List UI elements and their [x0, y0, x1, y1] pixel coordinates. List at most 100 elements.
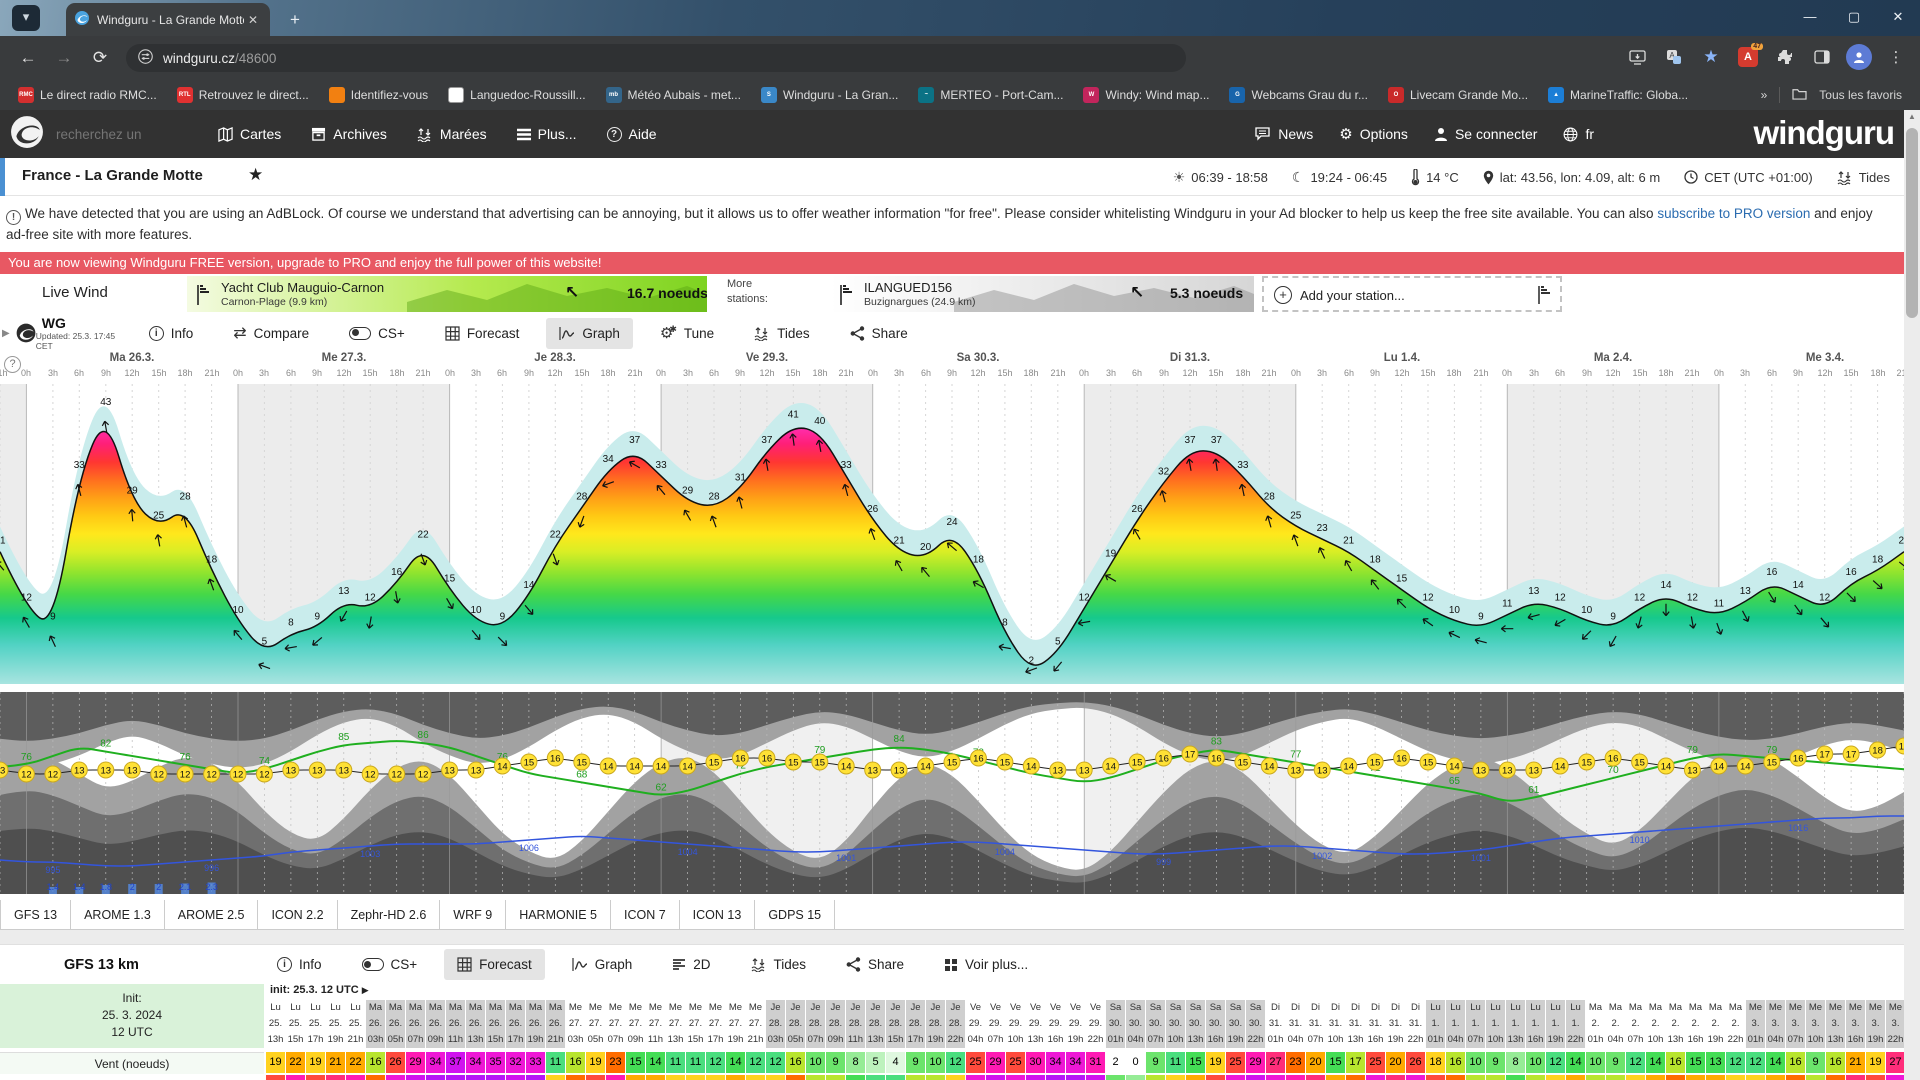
- menu-icon[interactable]: ⋮: [1882, 43, 1910, 71]
- gfs-tab-tides[interactable]: Tides: [738, 949, 820, 980]
- wind-cell: 12: [1746, 1052, 1765, 1073]
- nav-item-aide[interactable]: ?Aide: [607, 126, 657, 142]
- station-meta-item[interactable]: Tides: [1837, 170, 1890, 185]
- wg-tab-share[interactable]: Share: [837, 318, 921, 349]
- bookmark-item[interactable]: ▲MarineTraffic: Globa...: [1540, 84, 1696, 106]
- tab-title: Windguru - La Grande Motte: [97, 13, 244, 27]
- live-station-card[interactable]: Yacht Club Mauguio-CarnonCarnon-Plage (9…: [187, 276, 707, 312]
- bookmarks-overflow-icon[interactable]: »: [1761, 88, 1768, 102]
- svg-text:16: 16: [391, 567, 403, 578]
- maximize-icon[interactable]: ▢: [1832, 0, 1876, 36]
- all-favorites-label[interactable]: Tous les favoris: [1819, 88, 1902, 102]
- profile-avatar[interactable]: [1845, 43, 1873, 71]
- close-icon[interactable]: ✕: [1876, 0, 1920, 36]
- scrollbar[interactable]: ▲: [1904, 110, 1920, 1080]
- search-input[interactable]: [54, 126, 204, 143]
- wind-cell: 25: [966, 1052, 985, 1073]
- wind-cell: 15: [1686, 1052, 1705, 1073]
- wg-tab-info[interactable]: iInfo: [136, 318, 207, 349]
- wg-tab-tune[interactable]: ⚙✱Tune: [647, 316, 727, 350]
- bookmark-item[interactable]: WWindy: Wind map...: [1075, 84, 1217, 106]
- bookmark-item[interactable]: ~MERTEO - Port-Cam...: [910, 84, 1071, 106]
- scroll-up-icon[interactable]: ▲: [1904, 112, 1920, 121]
- wg-tab-graph[interactable]: Graph: [546, 318, 633, 349]
- tab-search-button[interactable]: ▾: [12, 5, 40, 31]
- init-inline-label[interactable]: init: 25.3. 12 UTC ▶: [270, 984, 369, 1000]
- favorite-star-icon[interactable]: ★: [248, 165, 263, 185]
- bookmark-item[interactable]: RTLRetrouvez le direct...: [169, 84, 317, 106]
- model-tab-gdps15[interactable]: GDPS 15: [755, 900, 835, 929]
- gust-cell: [1626, 1075, 1645, 1080]
- nav-item-cartes[interactable]: Cartes: [218, 126, 281, 142]
- gfs-tab-graph[interactable]: Graph: [559, 949, 646, 980]
- bookmark-item[interactable]: RMCLe direct radio RMC...: [10, 84, 165, 106]
- graph-hour-label: 15h: [574, 368, 589, 378]
- svg-text:14: 14: [1660, 580, 1672, 591]
- model-tab-wrf9[interactable]: WRF 9: [440, 900, 506, 929]
- wg-tab-forecast[interactable]: Forecast: [432, 318, 533, 349]
- forward-button[interactable]: →: [50, 44, 78, 72]
- browser-tab[interactable]: Windguru - La Grande Motte ✕: [66, 3, 270, 36]
- windguru-logotype[interactable]: windguru: [1754, 114, 1894, 152]
- model-tab-icon13[interactable]: ICON 13: [680, 900, 756, 929]
- bookmark-item[interactable]: Languedoc-Roussill...: [440, 84, 593, 106]
- model-tab-zephrhd26[interactable]: Zephr-HD 2.6: [338, 900, 441, 929]
- translate-icon[interactable]: A: [1660, 43, 1688, 71]
- gfs-tab-share[interactable]: Share: [833, 949, 917, 980]
- bookmark-item[interactable]: SWindguru - La Gran...: [753, 84, 906, 106]
- add-station-button[interactable]: + Add your station...: [1262, 276, 1562, 312]
- bookmark-item[interactable]: OLivecam Grande Mo...: [1380, 84, 1536, 106]
- side-panel-icon[interactable]: [1808, 43, 1836, 71]
- gfs-tab-voirplus[interactable]: Voir plus...: [931, 949, 1041, 980]
- reload-button[interactable]: ⟳: [86, 44, 114, 72]
- minimize-icon[interactable]: —: [1788, 0, 1832, 36]
- wind-cell: 10: [1526, 1052, 1545, 1073]
- model-tab-harmonie5[interactable]: HARMONIE 5: [506, 900, 611, 929]
- nav-item-options[interactable]: ⚙Options: [1339, 125, 1408, 143]
- extensions-icon[interactable]: [1771, 43, 1799, 71]
- svg-text:43: 43: [100, 397, 112, 408]
- help-icon[interactable]: ?: [4, 356, 21, 373]
- bookmark-item[interactable]: Identifiez-vous: [321, 84, 436, 106]
- bookmark-item[interactable]: mbMétéo Aubais - met...: [598, 84, 749, 106]
- svg-text:37: 37: [761, 435, 773, 446]
- tab-close-icon[interactable]: ✕: [244, 13, 262, 27]
- address-bar[interactable]: windguru.cz /48600: [126, 44, 1186, 72]
- model-tab-icon22[interactable]: ICON 2.2: [258, 900, 337, 929]
- nav-item-seconnecter[interactable]: Se connecter: [1434, 126, 1538, 142]
- gust-cell: [1526, 1075, 1545, 1080]
- nav-item-mares[interactable]: Marées: [417, 126, 487, 142]
- gfs-tab-info[interactable]: iInfo: [264, 949, 335, 980]
- gfs-tab-forecast[interactable]: Forecast: [444, 949, 545, 980]
- nav-item-archives[interactable]: Archives: [311, 126, 387, 142]
- subscribe-pro-link[interactable]: subscribe to PRO version: [1657, 206, 1810, 221]
- model-tab-arome13[interactable]: AROME 1.3: [71, 900, 165, 929]
- graph-day-label: Di 31.3.: [1170, 352, 1210, 364]
- wg-tab-compare[interactable]: ⇄Compare: [220, 315, 322, 351]
- new-tab-button[interactable]: +: [282, 8, 308, 32]
- wg-tab-cs[interactable]: CS+: [336, 318, 418, 349]
- model-tab-gfs13[interactable]: GFS 13: [0, 900, 71, 929]
- back-button[interactable]: ←: [14, 44, 42, 72]
- nav-item-news[interactable]: News: [1255, 126, 1313, 142]
- forecast-col-header: Lu1.10h: [1486, 1000, 1505, 1048]
- windguru-logo-icon[interactable]: [10, 115, 44, 154]
- gfs-tab-2d[interactable]: 2D: [659, 949, 723, 980]
- collapse-arrow-icon[interactable]: ▶: [2, 328, 10, 339]
- svg-text:14: 14: [1343, 761, 1354, 772]
- wg-tab-tides[interactable]: Tides: [741, 318, 823, 349]
- graph-day-label: Ma 26.3.: [110, 352, 155, 364]
- bookmark-item[interactable]: GWebcams Grau du r...: [1221, 84, 1376, 106]
- scrollbar-thumb[interactable]: [1906, 128, 1918, 318]
- gfs-tab-cs[interactable]: CS+: [349, 949, 431, 980]
- adblock-icon[interactable]: A47: [1734, 43, 1762, 71]
- model-tab-arome25[interactable]: AROME 2.5: [165, 900, 259, 929]
- site-info-icon[interactable]: [138, 49, 153, 67]
- bookmark-star-icon[interactable]: ★: [1697, 43, 1725, 71]
- forecast-col-header: Ve29.16h: [1046, 1000, 1065, 1048]
- nav-item-fr[interactable]: fr: [1563, 126, 1594, 142]
- nav-item-plus[interactable]: Plus...: [517, 126, 577, 142]
- install-icon[interactable]: [1623, 43, 1651, 71]
- model-tab-icon7[interactable]: ICON 7: [611, 900, 680, 929]
- live-station-card[interactable]: ILANGUED156Buzignargues (24.9 km)↖5.3 no…: [830, 276, 1254, 312]
